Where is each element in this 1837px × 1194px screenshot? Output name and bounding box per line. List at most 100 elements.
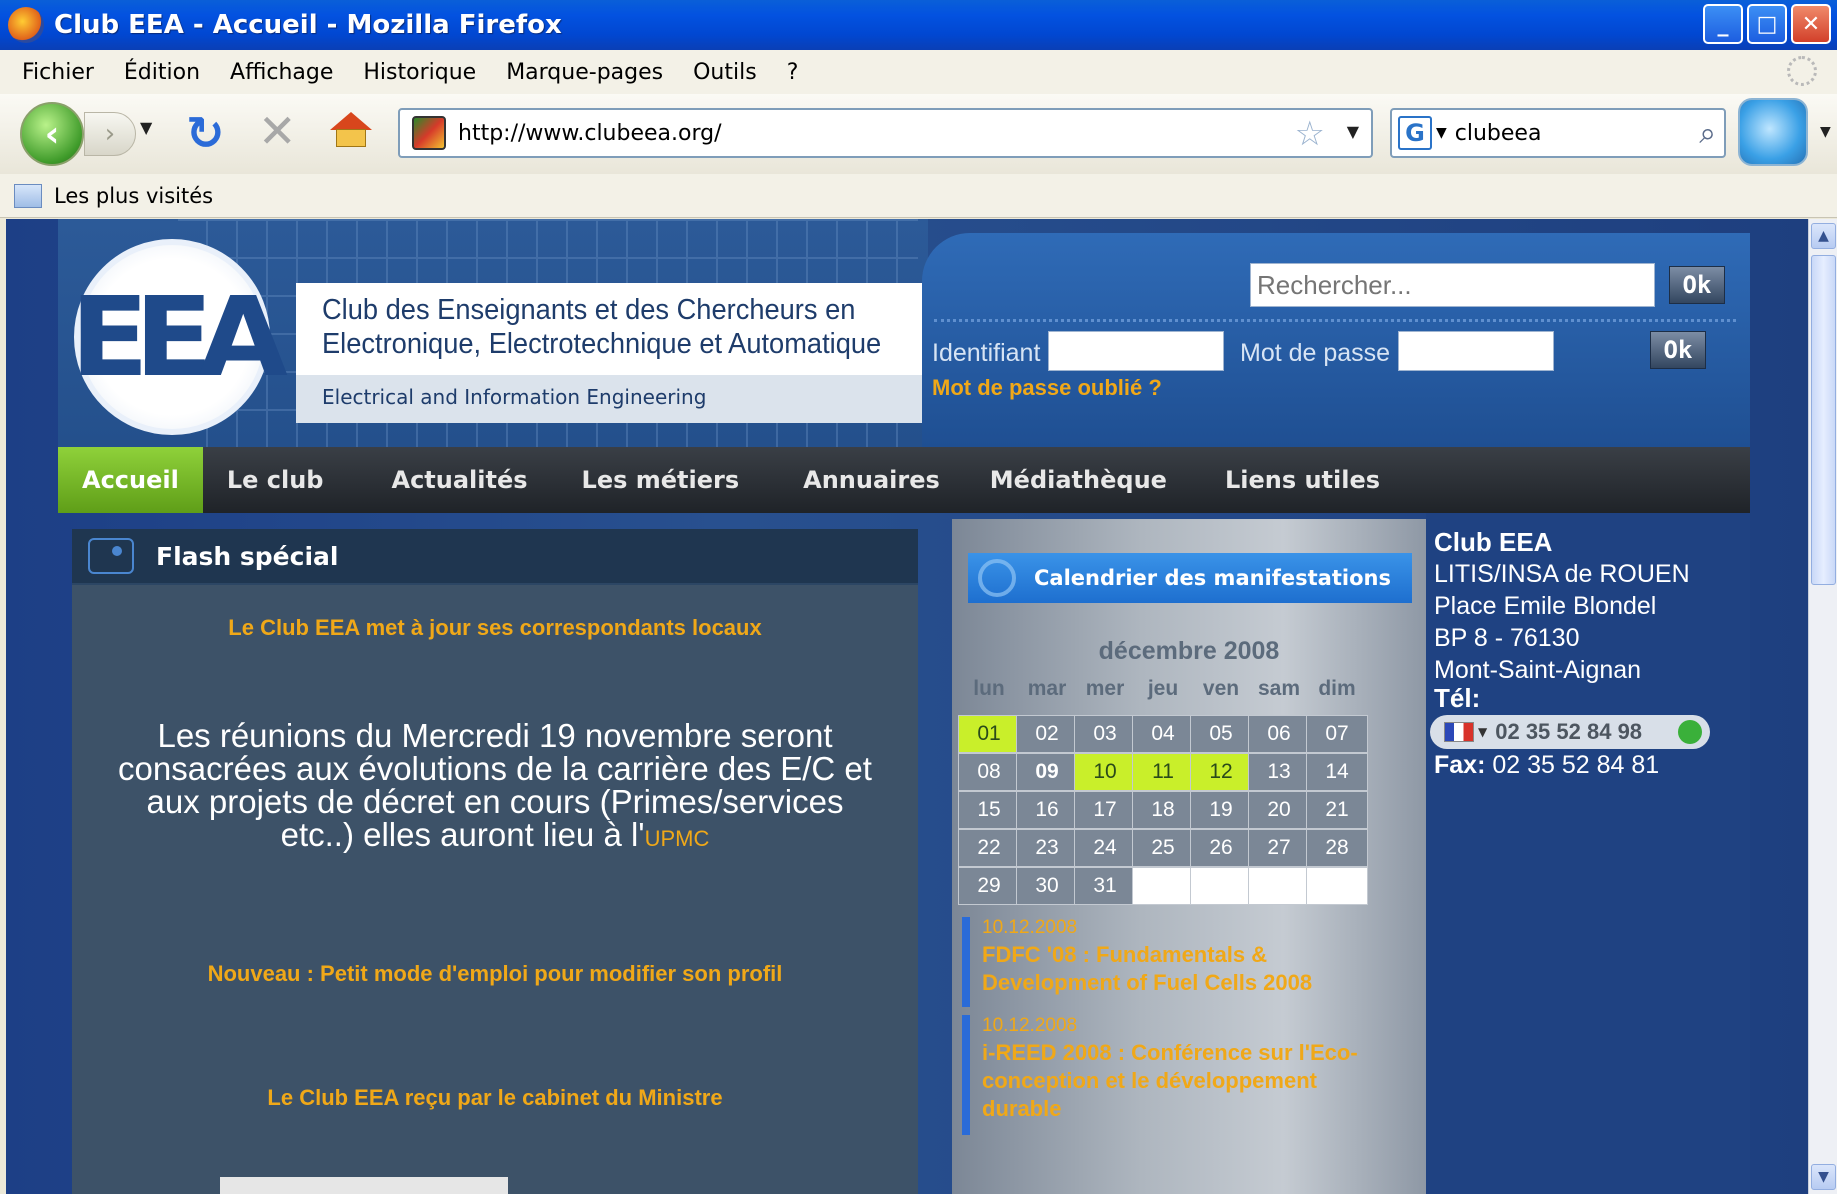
contact-address-line4: Mont-Saint-Aignan [1434,656,1642,684]
login-ok-button[interactable]: Ok [1650,331,1706,369]
bookmark-most-visited[interactable]: Les plus visités [54,184,213,208]
calendar-day[interactable]: 15 [958,791,1020,829]
calendar-day[interactable]: 06 [1248,715,1310,753]
maximize-button[interactable]: □ [1747,4,1787,44]
calendar-day[interactable]: 16 [1016,791,1078,829]
close-button[interactable]: ✕ [1791,4,1831,44]
calendar-day[interactable]: 28 [1306,829,1368,867]
nav-annuaires[interactable]: Annuaires [763,447,964,513]
calendar-day[interactable]: 09 [1016,753,1078,791]
skype-toolbar-icon[interactable] [1738,98,1808,166]
search-query[interactable]: clubeea [1455,121,1542,146]
search-engine-dropdown-icon[interactable]: ▼ [1436,125,1447,141]
calendar-day[interactable]: 04 [1132,715,1194,753]
nav-mediatheque[interactable]: Médiathèque [964,447,1191,513]
calendar-day[interactable]: 31 [1074,867,1136,905]
calendar-day[interactable]: 10 [1074,753,1136,791]
calendar-day[interactable]: 01 [958,715,1020,753]
calendar-day[interactable]: 26 [1190,829,1252,867]
bookmark-star-icon[interactable]: ☆ [1295,114,1325,154]
calendar-day[interactable]: 24 [1074,829,1136,867]
calendar-day[interactable]: 08 [958,753,1020,791]
identifiant-input[interactable] [1048,331,1224,371]
search-bar[interactable]: G ▼ clubeea ⌕ [1390,108,1726,158]
event-title[interactable]: Development of Fuel Cells 2008 [982,967,1392,999]
reload-icon[interactable]: ↻ [186,106,225,160]
phone-number[interactable]: 02 35 52 84 98 [1495,719,1642,745]
contact-panel: Club EEA LITIS/INSA de ROUEN Place Emile… [1426,513,1750,1194]
club-name-line2: Electronique, Electrotechnique et Automa… [322,328,882,360]
menu-help[interactable]: ? [787,60,799,85]
forgot-password-link[interactable]: Mot de passe oublié ? [932,375,1162,401]
site-search-ok-button[interactable]: Ok [1669,266,1725,304]
eea-logo[interactable]: EEA [70,239,288,435]
calendar-day[interactable]: 25 [1132,829,1194,867]
menu-marque-pages[interactable]: Marque-pages [506,60,663,85]
calendar-day[interactable]: 18 [1132,791,1194,829]
calendar-day[interactable]: 20 [1248,791,1310,829]
stop-icon[interactable]: ✕ [258,104,297,158]
login-divider [934,319,1736,322]
calendar-day[interactable]: 29 [958,867,1020,905]
menu-affichage[interactable]: Affichage [230,60,333,85]
calendar-day[interactable]: 19 [1190,791,1252,829]
calendar-day[interactable]: 21 [1306,791,1368,829]
calendar-day[interactable]: 27 [1248,829,1310,867]
nav-liens-utiles[interactable]: Liens utiles [1191,447,1404,513]
search-magnifier-icon[interactable]: ⌕ [1699,116,1716,151]
url-dropdown-icon[interactable]: ▼ [1347,122,1359,141]
calendar-heading[interactable]: Calendrier des manifestations [968,553,1412,603]
menu-outils[interactable]: Outils [693,60,757,85]
flash-link-cabinet-ministre[interactable]: Le Club EEA reçu par le cabinet du Minis… [72,1085,918,1111]
calendar-day[interactable]: 14 [1306,753,1368,791]
calendar-day[interactable]: 03 [1074,715,1136,753]
password-input[interactable] [1398,331,1554,371]
upmc-link[interactable]: UPMC [645,826,710,851]
history-dropdown-icon[interactable]: ▼ [140,118,152,137]
nav-actualites[interactable]: Actualités [348,447,552,513]
address-bar[interactable]: http://www.clubeea.org/ ☆ ▼ [398,108,1373,158]
flash-image-placeholder [220,1177,508,1194]
event-title[interactable]: durable [982,1093,1392,1125]
call-icon[interactable] [1678,720,1702,744]
phone-number-widget[interactable]: ▼ 02 35 52 84 98 [1430,715,1710,749]
nav-accueil[interactable]: Accueil [58,447,203,513]
calendar-day[interactable]: 05 [1190,715,1252,753]
forward-button[interactable]: › [84,112,136,156]
home-icon[interactable] [330,112,372,148]
calendar-day[interactable]: 23 [1016,829,1078,867]
site-search-input[interactable] [1250,263,1655,307]
menu-edition[interactable]: Édition [124,60,200,85]
calendar-day[interactable]: 12 [1190,753,1252,791]
flag-dropdown-icon[interactable]: ▼ [1478,725,1487,739]
back-button[interactable]: ‹ [20,102,84,166]
calendar-day[interactable]: 02 [1016,715,1078,753]
scroll-down-icon[interactable]: ▼ [1811,1164,1836,1190]
nav-les-metiers[interactable]: Les métiers [552,447,764,513]
calendar-month: décembre 2008 [1098,637,1280,665]
search-engine-icon[interactable]: G [1398,116,1432,150]
calendar-day[interactable]: 13 [1248,753,1310,791]
scroll-thumb[interactable] [1811,255,1836,585]
minimize-button[interactable]: _ [1703,4,1743,44]
menu-fichier[interactable]: Fichier [22,60,94,85]
calendar-dow: mar [1027,677,1067,700]
event-date: 10.12.2008 [982,1015,1078,1036]
menu-historique[interactable]: Historique [363,60,476,85]
calendar-day[interactable]: 17 [1074,791,1136,829]
url-text[interactable]: http://www.clubeea.org/ [458,121,722,146]
contact-name: Club EEA [1434,527,1553,557]
vertical-scrollbar[interactable]: ▲ ▼ [1808,219,1837,1194]
calendar-day[interactable]: 11 [1132,753,1194,791]
flash-link-correspondants[interactable]: Le Club EEA met à jour ses correspondant… [72,615,918,641]
bookmarks-bar: Les plus visités [0,174,1837,218]
calendar-day[interactable]: 30 [1016,867,1078,905]
contact-address-line1: LITIS/INSA de ROUEN [1434,560,1690,588]
flash-header: Flash spécial [72,529,918,585]
skype-dropdown-icon[interactable]: ▼ [1820,124,1831,140]
calendar-day[interactable]: 07 [1306,715,1368,753]
flash-link-mode-emploi[interactable]: Nouveau : Petit mode d'emploi pour modif… [72,961,918,987]
nav-le-club[interactable]: Le club [203,447,348,513]
calendar-day[interactable]: 22 [958,829,1020,867]
scroll-up-icon[interactable]: ▲ [1811,223,1836,249]
